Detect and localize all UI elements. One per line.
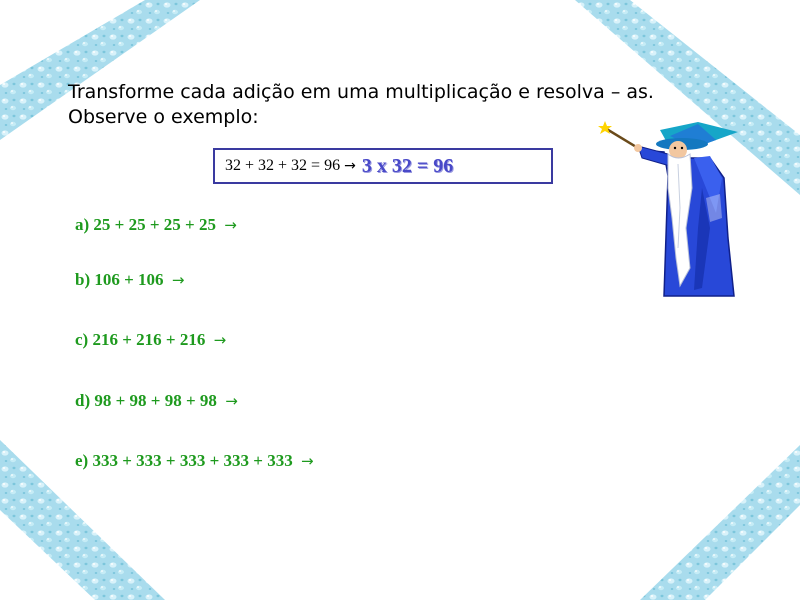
ribbon-bottom-right (640, 445, 800, 600)
arrow-right-icon: → (171, 271, 185, 289)
instruction-line-1: Transforme cada adição em uma multiplica… (68, 81, 654, 103)
exercise-a: a) 25 + 25 + 25 + 25 → (75, 215, 243, 235)
exercise-b: b) 106 + 106 → (75, 270, 190, 290)
exercise-d: d) 98 + 98 + 98 + 98 → (75, 391, 244, 411)
exercise-text: b) 106 + 106 (75, 270, 164, 289)
exercise-text: c) 216 + 216 + 216 (75, 330, 206, 349)
arrow-right-icon: → (213, 331, 227, 349)
exercise-text: a) 25 + 25 + 25 + 25 (75, 215, 216, 234)
example-sum: 32 + 32 + 32 = 96 (225, 157, 341, 174)
arrow-right-icon: → (225, 392, 238, 410)
exercise-text: e) 333 + 333 + 333 + 333 + 333 (75, 451, 293, 470)
exercise-e: e) 333 + 333 + 333 + 333 + 333 → (75, 451, 320, 471)
arrow-right-icon: → (344, 158, 356, 174)
exercise-c: c) 216 + 216 + 216 → (75, 330, 232, 350)
arrow-right-icon: → (224, 216, 237, 234)
example-box: 32 + 32 + 32 = 96 → 3 x 32 = 96 (213, 148, 553, 184)
instruction-text: Transforme cada adição em uma multiplica… (68, 80, 654, 130)
instruction-line-2: Observe o exemplo: (68, 106, 259, 128)
wizard-icon (598, 121, 738, 297)
exercise-text: d) 98 + 98 + 98 + 98 (75, 391, 217, 410)
arrow-right-icon: → (300, 452, 314, 470)
example-answer: 3 x 32 = 96 (361, 154, 454, 177)
